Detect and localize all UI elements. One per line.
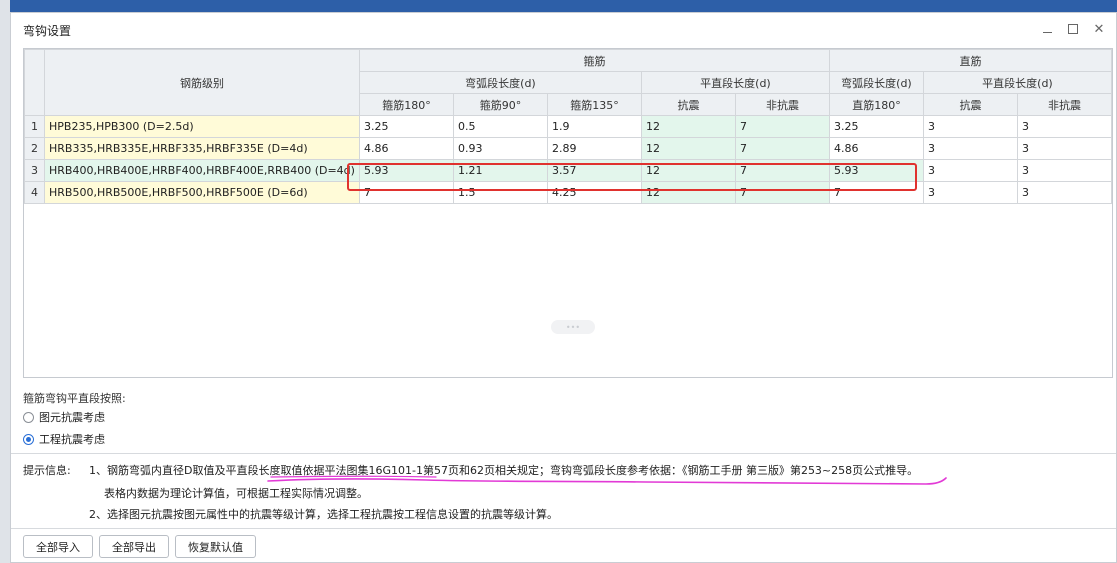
radio-label: 工程抗震考虑 [39, 433, 105, 446]
hint-line-2: 表格内数据为理论计算值，可根据工程实际情况调整。 [104, 487, 368, 500]
title-bar: 弯钩设置 ✕ [11, 13, 1116, 45]
value-cell[interactable]: 3 [1016, 115, 1112, 138]
value-cell[interactable]: 4.86 [828, 137, 924, 160]
value-cell[interactable]: 12 [640, 181, 736, 204]
dialog-title: 弯钩设置 [23, 24, 72, 38]
value-cell[interactable]: 0.93 [452, 137, 548, 160]
col-stirrup-90: 箍筋90° [452, 93, 548, 116]
value-cell[interactable]: 3 [1016, 137, 1112, 160]
value-cell[interactable]: 7 [358, 181, 454, 204]
col-straight-seismic: 抗震 [922, 93, 1018, 116]
maximize-icon [1068, 24, 1078, 34]
value-cell[interactable]: 4.86 [358, 137, 454, 160]
value-cell[interactable]: 0.5 [452, 115, 548, 138]
header-straight-arc: 弯弧段长度(d) [828, 71, 924, 94]
value-cell[interactable]: 5.93 [828, 159, 924, 182]
value-cell[interactable]: 5.93 [358, 159, 454, 182]
grade-cell[interactable]: HPB235,HPB300 (D=2.5d) [44, 115, 360, 138]
value-cell[interactable]: 3 [922, 137, 1018, 160]
flat-section-label: 箍筋弯钩平直段按照: [23, 392, 126, 405]
value-cell[interactable]: 1.9 [546, 115, 642, 138]
hook-settings-grid: 钢筋级别 箍筋 直筋 弯弧段长度(d) 平直段长度(d) 弯弧段长度(d) 平直… [23, 48, 1113, 378]
corner-header [24, 49, 45, 116]
radio-circle-checked[interactable] [23, 433, 34, 445]
grade-cell[interactable]: HRB400,HRB400E,HRBF400,HRBF400E,RRB400 (… [44, 159, 360, 182]
header-straight-flat: 平直段长度(d) [922, 71, 1112, 94]
value-cell[interactable]: 7 [734, 137, 830, 160]
row-number: 3 [24, 159, 45, 182]
col-stirrup-135: 箍筋135° [546, 93, 642, 116]
table-row[interactable]: 2 HRB335,HRB335E,HRBF335,HRBF335E (D=4d)… [24, 137, 1112, 160]
header-straight-group: 直筋 [828, 49, 1112, 72]
value-cell[interactable]: 4.25 [546, 181, 642, 204]
grade-cell[interactable]: HRB500,HRB500E,HRBF500,HRBF500E (D=6d) [44, 181, 360, 204]
hint-label: 提示信息: [23, 464, 71, 477]
header-grade: 钢筋级别 [44, 49, 360, 116]
grade-cell[interactable]: HRB335,HRB335E,HRBF335,HRBF335E (D=4d) [44, 137, 360, 160]
table-row[interactable]: 4 HRB500,HRB500E,HRBF500,HRBF500E (D=6d)… [24, 181, 1112, 204]
col-stirrup-nonseismic: 非抗震 [734, 93, 830, 116]
value-cell[interactable]: 3 [922, 181, 1018, 204]
divider [11, 528, 1116, 529]
value-cell[interactable]: 3 [1016, 181, 1112, 204]
value-cell[interactable]: 3 [922, 159, 1018, 182]
radio-element-seismic[interactable]: 图元抗震考虑 [23, 409, 105, 425]
table-row[interactable]: 1 HPB235,HPB300 (D=2.5d) 3.25 0.5 1.9 12… [24, 115, 1112, 138]
close-icon: ✕ [1093, 21, 1105, 37]
value-cell[interactable]: 7 [734, 181, 830, 204]
import-all-button[interactable]: 全部导入 [23, 535, 93, 558]
value-cell[interactable]: 7 [828, 181, 924, 204]
minimize-icon [1042, 31, 1052, 33]
divider [11, 453, 1116, 454]
value-cell[interactable]: 12 [640, 159, 736, 182]
value-cell[interactable]: 3 [1016, 159, 1112, 182]
window-controls: ✕ [1036, 19, 1110, 39]
radio-circle[interactable] [23, 411, 34, 423]
value-cell[interactable]: 1.21 [452, 159, 548, 182]
value-cell[interactable]: 3 [922, 115, 1018, 138]
value-cell[interactable]: 1.5 [452, 181, 548, 204]
value-cell[interactable]: 12 [640, 115, 736, 138]
radio-label: 图元抗震考虑 [39, 411, 105, 424]
value-cell[interactable]: 7 [734, 159, 830, 182]
button-bar: 全部导入 全部导出 恢复默认值 [23, 535, 256, 558]
col-straight-nonseismic: 非抗震 [1016, 93, 1112, 116]
export-all-button[interactable]: 全部导出 [99, 535, 169, 558]
value-cell[interactable]: 7 [734, 115, 830, 138]
value-cell[interactable]: 3.25 [358, 115, 454, 138]
header-stirrup-arc: 弯弧段长度(d) [358, 71, 642, 94]
row-number: 2 [24, 137, 45, 160]
row-number: 1 [24, 115, 45, 138]
value-cell[interactable]: 3.57 [546, 159, 642, 182]
close-button[interactable]: ✕ [1088, 19, 1110, 39]
value-cell[interactable]: 12 [640, 137, 736, 160]
maximize-button[interactable] [1062, 19, 1084, 39]
minimize-button[interactable] [1036, 19, 1058, 39]
col-stirrup-seismic: 抗震 [640, 93, 736, 116]
header-stirrup-flat: 平直段长度(d) [640, 71, 830, 94]
hook-settings-dialog: 弯钩设置 ✕ 钢筋级别 箍筋 直筋 弯弧段长度(d) 平直段长度(d) 弯弧段长… [10, 12, 1117, 563]
hint-line-1: 1、钢筋弯弧内直径D取值及平直段长度取值依据平法图集16G101-1第57页和6… [89, 464, 919, 477]
restore-default-button[interactable]: 恢复默认值 [175, 535, 256, 558]
row-number: 4 [24, 181, 45, 204]
header-stirrup-group: 箍筋 [358, 49, 830, 72]
table-row-selected[interactable]: 3 HRB400,HRB400E,HRBF400,HRBF400E,RRB400… [24, 159, 1112, 182]
value-cell[interactable]: 2.89 [546, 137, 642, 160]
radio-project-seismic[interactable]: 工程抗震考虑 [23, 431, 105, 447]
scroll-indicator: ••• [551, 320, 595, 334]
value-cell[interactable]: 3.25 [828, 115, 924, 138]
hook-table: 钢筋级别 箍筋 直筋 弯弧段长度(d) 平直段长度(d) 弯弧段长度(d) 平直… [24, 49, 1112, 204]
background-app-sidebar [0, 0, 10, 563]
col-straight-180: 直筋180° [828, 93, 924, 116]
col-stirrup-180: 箍筋180° [358, 93, 454, 116]
hint-line-3: 2、选择图元抗震按图元属性中的抗震等级计算，选择工程抗震按工程信息设置的抗震等级… [89, 508, 558, 521]
